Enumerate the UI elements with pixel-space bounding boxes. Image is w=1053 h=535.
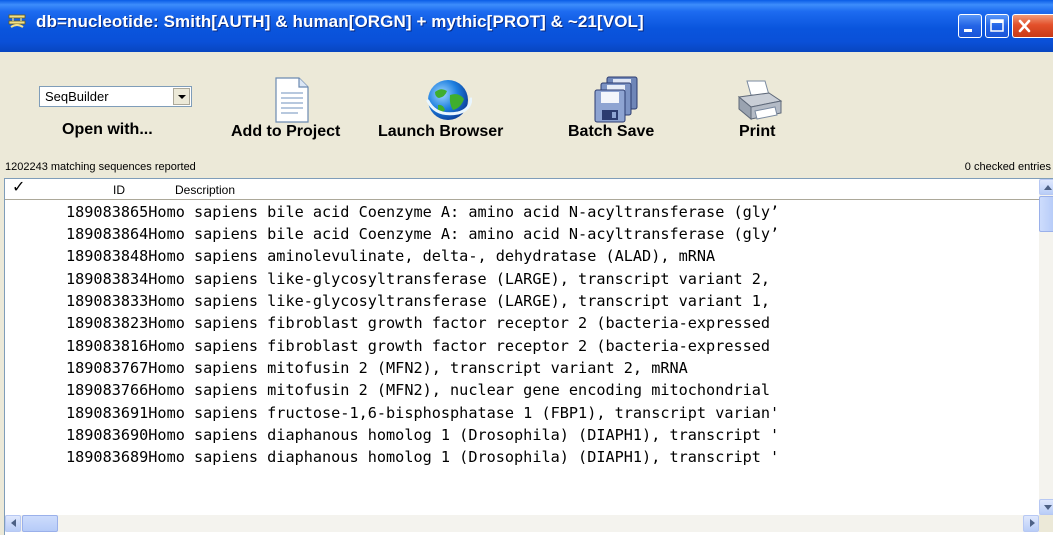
open-with-select[interactable]: SeqBuilder [39,86,192,107]
list-item[interactable]: 189083865Homo sapiens bile acid Coenzyme… [66,202,779,222]
close-icon [1018,19,1031,33]
window-title: db=nucleotide: Smith[AUTH] & human[ORGN]… [36,12,644,31]
column-header: ✓ ID Description [5,179,1039,200]
list-item[interactable]: 189083766Homo sapiens mitofusin 2 (MFN2)… [66,380,770,400]
arrow-left-icon [11,519,16,527]
dna-app-icon [8,14,26,28]
vertical-scroll-thumb[interactable] [1039,196,1053,232]
resize-grip-icon[interactable] [1039,515,1053,532]
scroll-down-button[interactable] [1039,499,1053,515]
arrow-down-icon [1044,505,1052,510]
printer-icon [737,80,783,121]
add-to-project-label: Add to Project [231,123,341,140]
rows-container: 189083865Homo sapiens bile acid Coenzyme… [5,200,1039,510]
chevron-down-icon[interactable] [173,88,190,105]
arrow-up-icon [1044,185,1052,190]
status-bar: 1202243 matching sequences reported 0 ch… [0,158,1053,178]
horizontal-scroll-thumb[interactable] [22,515,58,532]
document-icon [275,77,309,123]
maximize-icon [990,19,1004,32]
list-item[interactable]: 189083864Homo sapiens bile acid Coenzyme… [66,224,779,244]
column-description[interactable]: Description [175,183,235,197]
list-item[interactable]: 189083848Homo sapiens aminolevulinate, d… [66,246,715,266]
scroll-right-button[interactable] [1023,515,1039,532]
title-bar[interactable]: db=nucleotide: Smith[AUTH] & human[ORGN]… [0,0,1053,52]
globe-icon [426,80,472,120]
column-id[interactable]: ID [113,183,125,197]
matching-count: 1202243 matching sequences reported [5,161,196,173]
toolbar: SeqBuilder Open with... Add to Project L… [0,52,1053,158]
minimize-icon [964,29,972,32]
column-check[interactable]: ✓ [12,180,25,196]
vertical-scrollbar[interactable] [1039,179,1053,515]
maximize-button[interactable] [985,14,1009,38]
open-with-label: Open with... [62,121,153,138]
print-label: Print [739,123,776,140]
checked-count: 0 checked entries [964,161,1051,173]
list-item[interactable]: 189083833Homo sapiens like-glycosyltrans… [66,291,770,311]
sequence-list[interactable]: ✓ ID Description 189083865Homo sapiens b… [4,178,1053,535]
list-item[interactable]: 189083823Homo sapiens fibroblast growth … [66,313,770,333]
list-item[interactable]: 189083834Homo sapiens like-glycosyltrans… [66,269,770,289]
open-with-value: SeqBuilder [45,89,109,104]
close-button[interactable] [1012,14,1053,38]
arrow-right-icon [1030,519,1035,527]
list-item[interactable]: 189083689Homo sapiens diaphanous homolog… [66,447,779,467]
list-item[interactable]: 189083690Homo sapiens diaphanous homolog… [66,425,779,445]
horizontal-scrollbar[interactable] [5,515,1039,532]
scroll-left-button[interactable] [5,515,21,532]
list-item[interactable]: 189083816Homo sapiens fibroblast growth … [66,336,770,356]
batch-save-label: Batch Save [568,123,655,140]
list-item[interactable]: 189083691Homo sapiens fructose-1,6-bisph… [66,403,779,423]
floppy-disks-icon [594,76,638,123]
launch-browser-label: Launch Browser [378,123,504,140]
scroll-up-button[interactable] [1039,179,1053,195]
list-item[interactable]: 189083767Homo sapiens mitofusin 2 (MFN2)… [66,358,688,378]
minimize-button[interactable] [958,14,982,38]
